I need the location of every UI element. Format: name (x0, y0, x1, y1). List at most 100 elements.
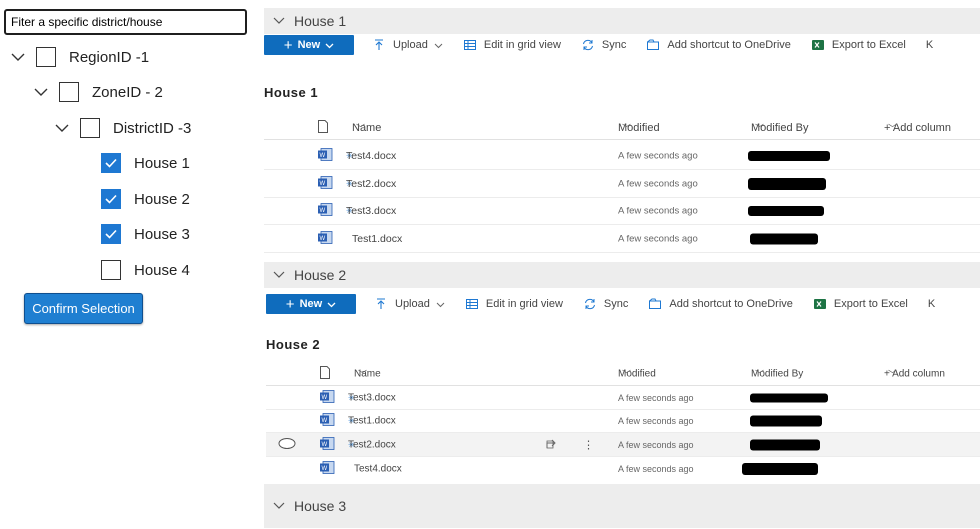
checkbox-house-4[interactable] (101, 260, 121, 280)
chevron-down-icon (273, 502, 285, 509)
overflow-command[interactable]: K (928, 298, 935, 310)
plus-icon: + (283, 36, 293, 54)
shortcut-icon (649, 298, 662, 309)
section-header-house-2[interactable]: House 2 (264, 262, 980, 288)
word-doc-icon: W (317, 203, 333, 220)
table-row[interactable]: W ✳ Test2.docx A few seconds ago (264, 170, 980, 198)
chevron-down-icon[interactable] (54, 120, 70, 136)
tree-node-house-1[interactable]: House 1 (101, 150, 190, 176)
tree-node-house-4[interactable]: House 4 (101, 257, 190, 283)
confirm-selection-button[interactable]: Confirm Selection (24, 293, 143, 324)
more-options-icon[interactable]: ⋮ (583, 438, 594, 451)
modified-value: A few seconds ago (618, 205, 698, 217)
overflow-command[interactable]: K (926, 39, 933, 51)
redacted-user (748, 206, 824, 216)
column-header-row: Name ﹀ Modified ﹀ Modified By ﹀ + Add colum… (264, 116, 980, 140)
section-header-house-3[interactable]: House 3 (264, 484, 980, 528)
checkbox-region[interactable] (36, 47, 56, 67)
upload-button[interactable]: Upload (374, 297, 445, 311)
plus-icon: + (285, 295, 295, 313)
checkbox-house-2[interactable] (101, 189, 121, 209)
redacted-user (750, 233, 818, 244)
file-type-icon[interactable] (319, 366, 331, 382)
library-title: House 2 (266, 337, 321, 352)
table-row[interactable]: W Test4.docx A few seconds ago (266, 457, 980, 481)
export-excel-button[interactable]: Export to Excel (813, 297, 908, 311)
section-title: House 1 (294, 13, 347, 29)
tree-label: ZoneID - 2 (92, 83, 163, 101)
word-doc-icon: W (317, 175, 333, 192)
sync-button[interactable]: Sync (583, 297, 628, 311)
tree-node-house-3[interactable]: House 3 (101, 221, 190, 247)
modified-value: A few seconds ago (618, 178, 698, 189)
svg-text:W: W (320, 153, 326, 159)
command-bar: + New Upload Edit in grid view Sync Add s… (264, 293, 980, 315)
add-shortcut-button[interactable]: Add shortcut to OneDrive (648, 297, 793, 311)
upload-icon (377, 298, 385, 309)
checkbox-house-3[interactable] (101, 224, 121, 244)
chevron-down-icon (327, 302, 336, 307)
svg-text:W: W (322, 442, 328, 448)
chevron-down-icon (273, 17, 285, 24)
word-doc-icon: W (319, 413, 335, 430)
word-doc-icon: W (319, 461, 335, 478)
svg-text:W: W (320, 236, 326, 242)
checkbox-district[interactable] (80, 118, 100, 138)
chevron-down-icon[interactable] (10, 49, 26, 65)
table-row[interactable]: W ✳ Test4.docx A few seconds ago (264, 142, 980, 170)
sync-icon (582, 39, 593, 51)
modified-value: A few seconds ago (618, 416, 694, 426)
chevron-down-icon (273, 271, 285, 278)
redacted-user (742, 463, 818, 475)
checkmark-icon (105, 194, 117, 204)
tree-label: House 4 (134, 261, 190, 279)
table-row[interactable]: W Test1.docx A few seconds ago (264, 225, 980, 253)
redacted-user (750, 393, 828, 402)
modified-value: A few seconds ago (618, 233, 698, 244)
new-button[interactable]: + New (266, 294, 356, 314)
word-doc-icon: W (319, 389, 335, 406)
section-title: House 2 (294, 267, 347, 283)
redacted-user (750, 415, 822, 427)
library-title: House 1 (264, 85, 319, 100)
table-row[interactable]: W ✳ Test1.docx A few seconds ago (266, 410, 980, 433)
tree-node-region[interactable]: RegionID -1 (10, 44, 149, 70)
add-shortcut-button[interactable]: Add shortcut to OneDrive (646, 38, 791, 52)
share-icon[interactable] (546, 438, 559, 452)
tree-label: DistrictID -3 (113, 119, 192, 137)
checkbox-house-1[interactable] (101, 153, 121, 173)
column-header-row: Name ﹀ Modified ﹀ Modified By ﹀ + Add colum… (266, 363, 980, 386)
upload-button[interactable]: Upload (372, 38, 443, 52)
sync-button[interactable]: Sync (581, 38, 626, 52)
modified-value: A few seconds ago (618, 150, 698, 161)
sync-icon (584, 298, 595, 310)
table-row[interactable]: W ✳ Test3.docx A few seconds ago (266, 386, 980, 410)
new-button[interactable]: + New (264, 35, 354, 55)
export-excel-button[interactable]: Export to Excel (811, 38, 906, 52)
table-row[interactable]: W ✳ Test2.docx ⋮ A few seconds ago (266, 433, 980, 457)
chevron-down-icon (434, 43, 443, 48)
modified-value: A few seconds ago (618, 439, 694, 450)
table-row[interactable]: W ✳ Test3.docx A few seconds ago (264, 198, 980, 225)
chevron-down-icon[interactable] (33, 84, 49, 100)
section-header-house-1[interactable]: House 1 (264, 8, 980, 34)
edit-grid-button[interactable]: Edit in grid view (463, 38, 561, 52)
edit-grid-button[interactable]: Edit in grid view (465, 297, 563, 311)
tree-node-district[interactable]: DistrictID -3 (54, 115, 191, 141)
checkmark-icon (105, 229, 117, 239)
word-doc-icon: W (319, 436, 335, 453)
tree-node-house-2[interactable]: House 2 (101, 186, 190, 212)
checkbox-zone[interactable] (59, 82, 79, 102)
word-doc-icon: W (317, 230, 333, 247)
file-type-icon[interactable] (317, 119, 329, 136)
upload-icon (375, 39, 383, 50)
file-name[interactable]: Test4.docx (354, 464, 402, 475)
grid-icon (463, 40, 476, 50)
filter-input[interactable] (4, 9, 247, 35)
checkmark-icon (105, 158, 117, 168)
word-doc-icon: W (317, 147, 333, 164)
file-name[interactable]: Test1.docx (352, 233, 402, 245)
tree-node-zone[interactable]: ZoneID - 2 (33, 79, 163, 105)
svg-text:W: W (322, 395, 328, 401)
row-select-circle[interactable] (278, 437, 296, 452)
